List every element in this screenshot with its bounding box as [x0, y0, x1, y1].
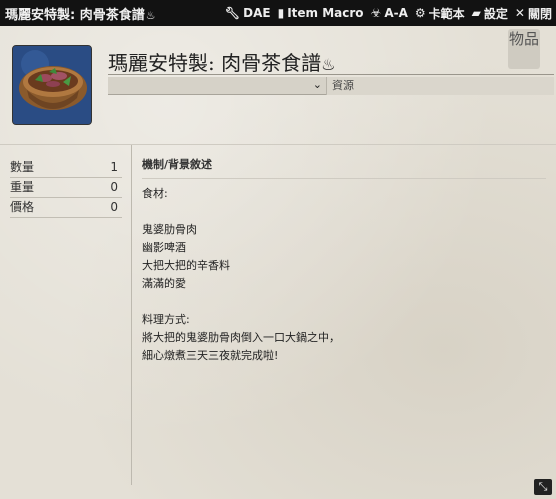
description-line: 將大把的鬼婆肋骨肉倒入一口大鍋之中， [142, 331, 340, 344]
description-line: 料理方式: [142, 313, 190, 326]
crate-icon: ▰ [471, 6, 481, 20]
price-input[interactable]: 0 [110, 198, 122, 217]
close-icon: ✕ [514, 6, 525, 20]
wrench-icon: 🔧︎ [224, 6, 241, 20]
weight-input[interactable]: 0 [110, 178, 122, 197]
automated-animations-button[interactable]: ☣ A-A [371, 6, 408, 20]
name-underline [108, 74, 554, 75]
description-line: 大把大把的辛香料 [142, 259, 230, 272]
description-editor[interactable]: 食材: 鬼婆肋骨肉 幽影啤酒 大把大把的辛香料 滿滿的愛 料理方式: 將大把的鬼… [142, 185, 542, 365]
item-sheet-window: 瑪麗安特製: 肉骨茶食譜♨ 🔧︎ DAE ▮ Item Macro ☣ A-A ⚙ 卡範… [0, 0, 556, 499]
source-dropdown[interactable]: ⌄ [108, 77, 326, 95]
description-section: 機制/背景敘述 食材: 鬼婆肋骨肉 幽影啤酒 大把大把的辛香料 滿滿的愛 料理方… [142, 156, 546, 365]
description-heading: 機制/背景敘述 [142, 156, 546, 179]
gear-icon: ⚙ [414, 6, 426, 20]
description-line: 食材: [142, 187, 168, 200]
stew-bowl-icon [13, 46, 91, 124]
sticky-note-icon: ▮ [277, 6, 285, 20]
item-macro-button[interactable]: ▮ Item Macro [278, 6, 364, 20]
description-line [142, 293, 542, 311]
sidebar-divider [131, 145, 132, 485]
header-divider [0, 144, 556, 145]
properties-sidebar: 數量 1 重量 0 價格 0 [10, 158, 122, 218]
price-row: 價格 0 [10, 198, 122, 218]
item-type-tag: 物品 [508, 29, 540, 69]
description-line: 滿滿的愛 [142, 277, 186, 290]
window-titlebar[interactable]: 瑪麗安特製: 肉骨茶食譜♨ 🔧︎ DAE ▮ Item Macro ☣ A-A ⚙ 卡範… [0, 0, 556, 26]
item-portrait-image[interactable] [12, 45, 92, 125]
chevron-down-icon: ⌄ [312, 78, 322, 91]
quantity-row: 數量 1 [10, 158, 122, 178]
source-input[interactable]: 資源 [326, 77, 554, 95]
cooking-pot-icon: ♨ [145, 8, 156, 22]
description-line: 幽影啤酒 [142, 241, 186, 254]
dae-button[interactable]: 🔧︎ DAE [225, 6, 271, 20]
window-title: 瑪麗安特製: 肉骨茶食譜♨ [5, 7, 156, 23]
description-line: 鬼婆肋骨肉 [142, 223, 197, 236]
description-line [142, 203, 542, 221]
sheet-template-button[interactable]: ⚙ 卡範本 [415, 5, 465, 22]
close-button[interactable]: ✕ 關閉 [515, 5, 552, 22]
description-line: 細心燉煮三天三夜就完成啦! [142, 349, 279, 362]
source-row: ⌄ 資源 [108, 77, 554, 95]
quantity-input[interactable]: 1 [110, 158, 122, 177]
item-name-field[interactable]: 瑪麗安特製: 肉骨茶食譜♨ [108, 47, 335, 76]
resize-handle-icon[interactable]: ⤡ [534, 479, 552, 495]
weight-row: 重量 0 [10, 178, 122, 198]
cooking-pot-icon: ♨ [321, 55, 336, 74]
settings-button[interactable]: ▰ 設定 [472, 5, 508, 22]
biohazard-icon: ☣ [370, 6, 382, 20]
